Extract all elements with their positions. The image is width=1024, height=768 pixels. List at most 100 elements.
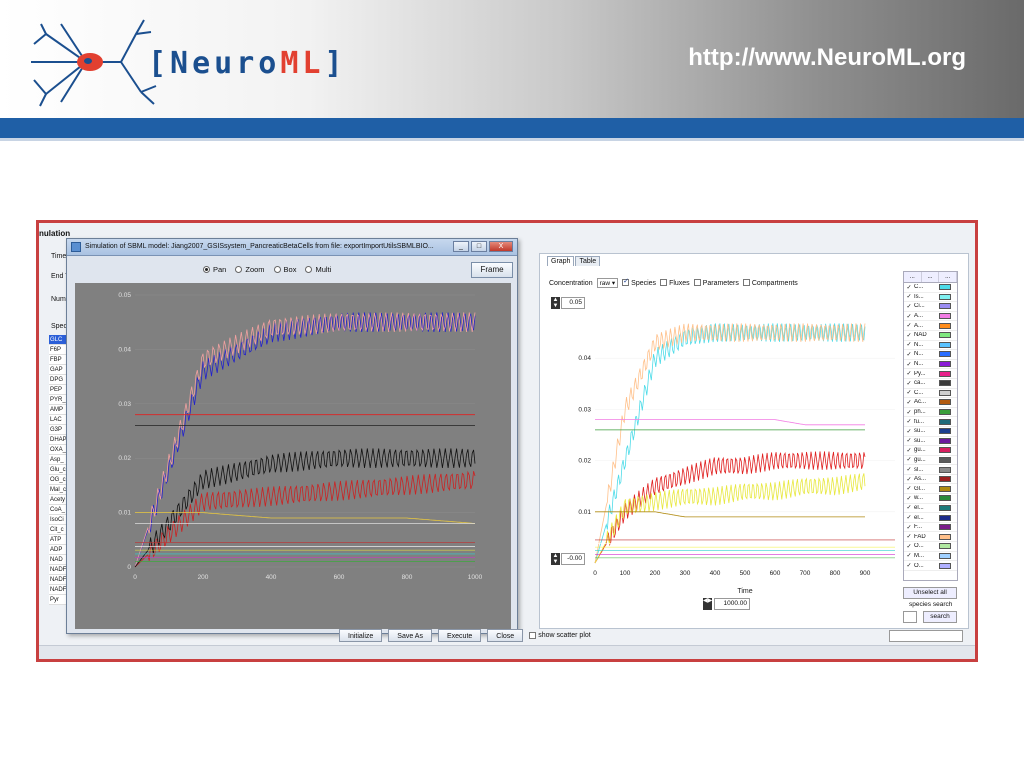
color-swatch[interactable] [939,514,951,521]
check-icon[interactable]: ✓ [904,303,914,310]
execute-button[interactable]: Execute [437,629,482,642]
species-table-row[interactable]: ✓ FAD [904,532,957,543]
check-icon[interactable]: ✓ [904,485,914,492]
xmax-input[interactable]: 1000.00 [714,598,750,610]
parameters-checkbox[interactable]: Parameters [693,279,739,287]
color-swatch[interactable] [939,543,951,550]
check-icon[interactable]: ✓ [904,428,914,435]
mode-zoom-radio[interactable]: Zoom [235,265,265,274]
color-swatch[interactable] [939,418,951,425]
species-table-row[interactable]: ✓ O... [904,561,957,571]
species-table-row[interactable]: ✓ su... [904,427,957,437]
color-swatch[interactable] [939,533,951,540]
compartments-checkbox[interactable]: Compartments [742,279,798,287]
initialize-button[interactable]: Initialize [339,629,383,642]
color-swatch[interactable] [939,476,951,483]
color-swatch[interactable] [939,552,951,559]
species-table-row[interactable]: ✓ gu... [904,446,957,456]
ymax-spinner-icon[interactable]: ▲ ▼ [551,297,560,309]
color-swatch[interactable] [939,332,951,339]
color-swatch[interactable] [939,351,951,358]
color-swatch[interactable] [939,380,951,387]
mode-multi-radio[interactable]: Multi [305,265,331,274]
mode-box-radio[interactable]: Box [273,265,296,274]
species-table-row[interactable]: ✓ N... [904,341,957,351]
color-swatch[interactable] [939,504,951,511]
species-table-row[interactable]: ✓ Ci... [904,302,957,312]
check-icon[interactable]: ✓ [904,409,914,416]
tab-graph[interactable]: Graph [547,256,575,266]
check-icon[interactable]: ✓ [904,293,914,300]
check-icon[interactable]: ✓ [904,341,914,348]
species-color-table[interactable]: ... ... ... ✓ C... ✓ Is... ✓ Ci... ✓ A... ✓ A... ✓… [903,271,958,581]
xmax-spinner-icon[interactable]: ◀▶ [703,598,712,610]
scale-select[interactable]: raw ▾ [596,278,619,288]
color-swatch[interactable] [939,495,951,502]
col-header-visible[interactable]: ... [904,272,922,282]
check-icon[interactable]: ✓ [904,370,914,377]
color-swatch[interactable] [939,341,951,348]
close-button[interactable]: Close [487,629,524,642]
species-table-row[interactable]: ✓ O... [904,542,957,552]
species-table-row[interactable]: ✓ el... [904,513,957,523]
simulation-chart[interactable]: 0 0.01 0.02 0.03 0.04 0.05 0 200 400 600 800 1000 [75,283,511,629]
unselect-all-button[interactable]: Unselect all [903,587,957,599]
check-icon[interactable]: ✓ [904,322,914,329]
check-icon[interactable]: ✓ [904,380,914,387]
species-table-row[interactable]: ✓ sl... [904,465,957,475]
species-chart[interactable]: 0.04 0.03 0.02 0.01 0 100 200 300 400 500 600 700 80… [567,293,901,593]
color-swatch[interactable] [939,313,951,320]
mode-pan-radio[interactable]: Pan [203,265,226,274]
color-swatch[interactable] [939,303,951,310]
check-icon[interactable]: ✓ [904,389,914,396]
species-table-row[interactable]: ✓ fu... [904,417,957,427]
check-icon[interactable]: ✓ [904,476,914,483]
simulation-plot[interactable]: 0 0.01 0.02 0.03 0.04 0.05 0 200 400 600 800 1000 [75,283,511,629]
species-table-row[interactable]: ✓ F... [904,523,957,533]
check-icon[interactable]: ✓ [904,284,914,291]
species-table-row[interactable]: ✓ su... [904,437,957,447]
color-swatch[interactable] [939,562,951,569]
color-swatch[interactable] [939,322,951,329]
color-swatch[interactable] [939,293,951,300]
check-icon[interactable]: ✓ [904,524,914,531]
color-swatch[interactable] [939,437,951,444]
check-icon[interactable]: ✓ [904,514,914,521]
check-icon[interactable]: ✓ [904,361,914,368]
color-swatch[interactable] [939,389,951,396]
check-icon[interactable]: ✓ [904,351,914,358]
species-checkbox[interactable]: Species [622,277,656,287]
species-table-row[interactable]: ✓ N... [904,350,957,360]
check-icon[interactable]: ✓ [904,562,914,569]
check-icon[interactable]: ✓ [904,504,914,511]
site-url[interactable]: http://www.NeuroML.org [688,44,966,72]
check-icon[interactable]: ✓ [904,466,914,473]
check-icon[interactable]: ✓ [904,533,914,540]
check-icon[interactable]: ✓ [904,313,914,320]
check-icon[interactable]: ✓ [904,399,914,406]
species-table-row[interactable]: ✓ ca... [904,379,957,389]
species-table-row[interactable]: ✓ gu... [904,456,957,466]
color-swatch[interactable] [939,284,951,291]
frame-button[interactable]: Frame [471,262,513,278]
color-swatch[interactable] [939,428,951,435]
species-table-row[interactable]: ✓ M... [904,552,957,562]
species-table-row[interactable]: ✓ A... [904,312,957,322]
color-swatch[interactable] [939,524,951,531]
color-swatch[interactable] [939,361,951,368]
species-table-row[interactable]: ✓ NAD [904,331,957,341]
species-table-row[interactable]: ✓ w... [904,494,957,504]
check-icon[interactable]: ✓ [904,437,914,444]
species-tab-label[interactable]: Spec [51,323,67,330]
color-swatch[interactable] [939,399,951,406]
minimize-button[interactable]: _ [453,241,469,252]
species-table-row[interactable]: ✓ A... [904,321,957,331]
species-table-row[interactable]: ✓ el... [904,504,957,514]
species-table-row[interactable]: ✓ Gl... [904,484,957,495]
species-table-row[interactable]: ✓ Ac... [904,398,957,408]
search-button[interactable]: search [923,611,957,623]
check-icon[interactable]: ✓ [904,552,914,559]
color-swatch[interactable] [939,447,951,454]
color-swatch[interactable] [939,370,951,377]
check-icon[interactable]: ✓ [904,447,914,454]
